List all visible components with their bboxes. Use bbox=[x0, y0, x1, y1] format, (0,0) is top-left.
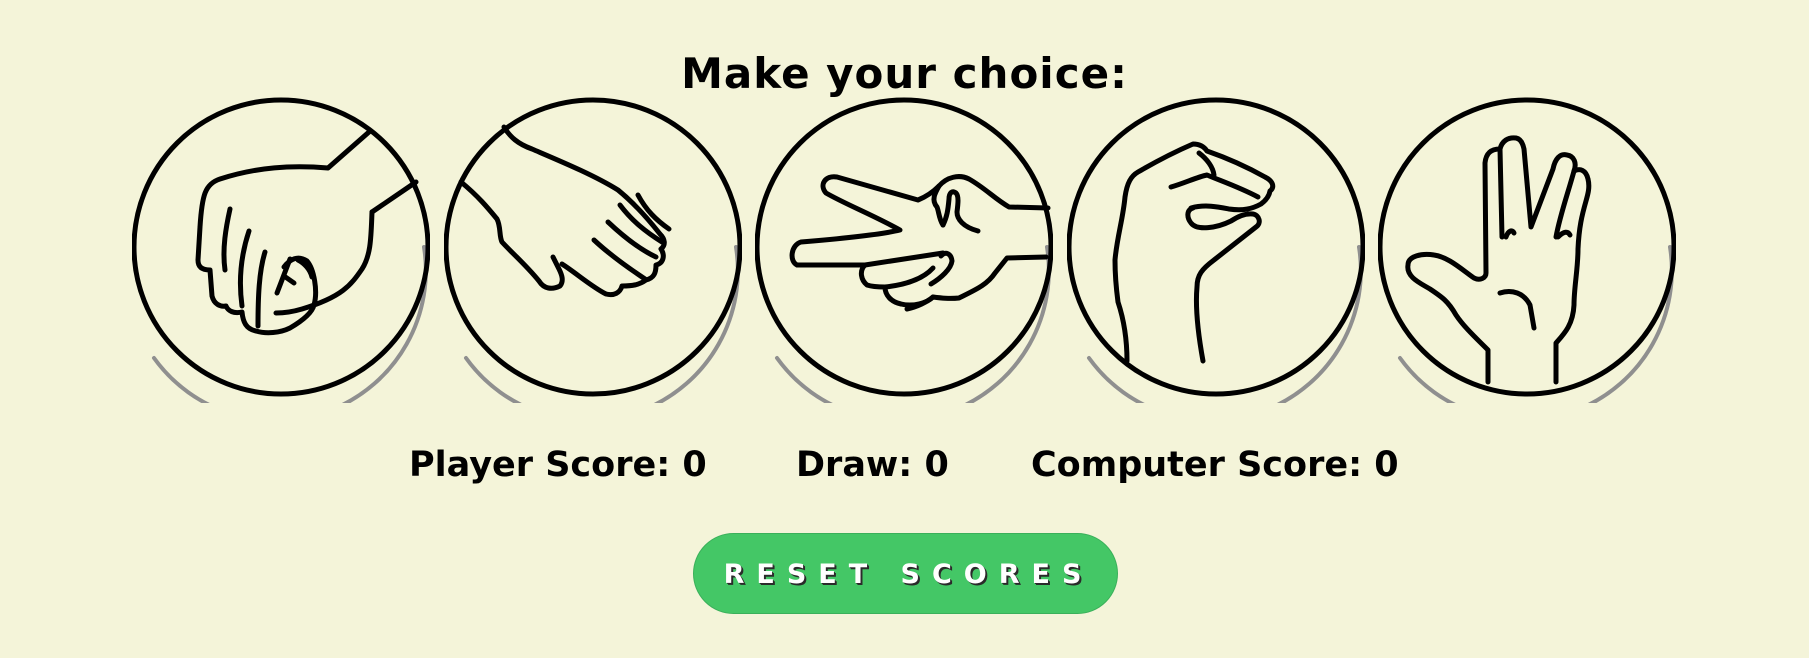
scissors-button[interactable] bbox=[755, 97, 1053, 403]
scissors-hand-icon bbox=[755, 97, 1053, 403]
lizard-button[interactable] bbox=[1067, 97, 1365, 403]
choice-buttons bbox=[132, 97, 1680, 407]
scoreboard: Player Score: 0 Draw: 0 Computer Score: … bbox=[0, 440, 1809, 490]
page-title: Make your choice: bbox=[681, 49, 1128, 99]
paper-button[interactable] bbox=[444, 97, 742, 403]
paper-hand-icon bbox=[444, 97, 742, 403]
computer-score: Computer Score: 0 bbox=[1031, 445, 1399, 485]
rock-hand-icon bbox=[132, 97, 430, 403]
game-page: Make your choice: Player Score: 0 Draw: … bbox=[0, 0, 1809, 658]
lizard-hand-icon bbox=[1067, 97, 1365, 403]
draw-score: Draw: 0 bbox=[796, 445, 949, 485]
rock-button[interactable] bbox=[132, 97, 430, 403]
spock-button[interactable] bbox=[1378, 97, 1676, 403]
player-score: Player Score: 0 bbox=[409, 445, 707, 485]
reset-scores-button[interactable]: RESET SCORES bbox=[693, 533, 1118, 614]
spock-hand-icon bbox=[1378, 97, 1676, 403]
